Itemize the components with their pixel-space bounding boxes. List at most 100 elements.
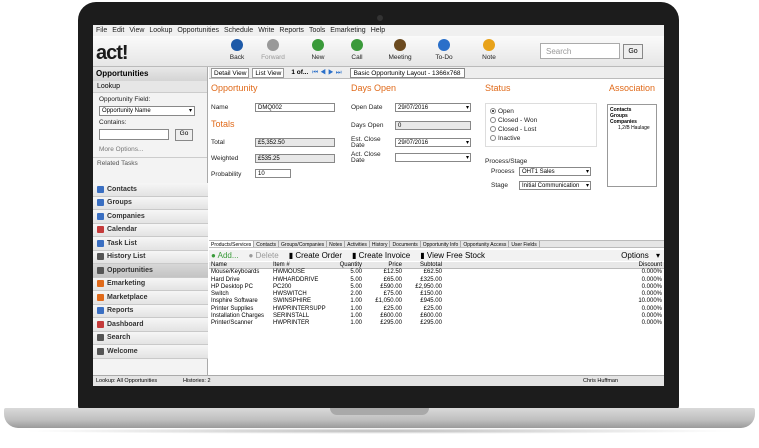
menu-emarketing[interactable]: Emarketing <box>330 27 365 34</box>
open-date-field[interactable]: 29/07/2016 <box>395 103 471 112</box>
table-row[interactable]: Hard Drive HWHARDDRIVE 5.00 £65.00 £325.00 0.… <box>209 277 664 284</box>
detail-content: Detail View List View 1 of... ⏮◀▶⏭ Basic… <box>209 67 664 375</box>
menu-view[interactable]: View <box>129 27 144 34</box>
table-row[interactable]: Switch HWSWITCH 2.00 £75.00 £150.00 0.000% <box>209 291 664 298</box>
nav-arrows-icon[interactable]: ⏮◀▶⏭ <box>312 69 343 77</box>
menu-edit[interactable]: Edit <box>112 27 124 34</box>
stage-select[interactable]: Initial Communication <box>519 181 591 190</box>
sidebar-item-opportunities[interactable]: Opportunities <box>93 264 208 278</box>
tab-history[interactable]: History <box>370 241 391 248</box>
column-header[interactable]: Subtotal <box>402 262 442 268</box>
search-go-button[interactable]: Go <box>623 44 643 59</box>
forward-button[interactable]: Forward <box>255 39 291 61</box>
grid-header-row: Name Item # Quantity Price Subtotal Discount <box>209 262 664 270</box>
status-inactive-radio[interactable]: Inactive <box>490 135 520 142</box>
nav-list: Contacts Groups Companies Calendar Task List… <box>93 183 208 359</box>
meeting-button[interactable]: Meeting <box>382 39 418 61</box>
table-row[interactable]: HP Desktop PC PC200 5.00 £590.00 £2,950.00 0.… <box>209 284 664 291</box>
menu-lookup[interactable]: Lookup <box>149 27 172 34</box>
search-input[interactable]: Search <box>540 43 620 59</box>
create-invoice-button[interactable]: ▮ Create Invoice <box>352 251 415 260</box>
sidebar-item-history-list[interactable]: History List <box>93 250 208 264</box>
table-row[interactable]: Printer/Scanner HWPRINTER 1.00 £295.00 £295.… <box>209 320 664 327</box>
table-row[interactable]: Insphire Software SWINSPHIRE 1.00 £1,050.00… <box>209 298 664 305</box>
tab-groups-companies[interactable]: Groups/Companies <box>279 241 328 248</box>
menu-opportunities[interactable]: Opportunities <box>177 27 219 34</box>
column-header[interactable]: Name <box>209 262 273 268</box>
layout-select[interactable]: Basic Opportunity Layout - 1366x768 <box>349 67 465 78</box>
act-close-field[interactable] <box>395 153 471 162</box>
status-open-radio[interactable]: Open <box>490 108 514 115</box>
sidebar-item-search[interactable]: Search <box>93 331 208 345</box>
meeting-icon <box>394 39 406 51</box>
add-button[interactable]: ● Add... <box>211 251 244 260</box>
sidebar-item-label: Dashboard <box>107 320 144 328</box>
tab-activities[interactable]: Activities <box>345 241 370 248</box>
table-cell: 0.000% <box>641 291 662 298</box>
lookup-go-button[interactable]: Go <box>175 129 193 141</box>
call-button[interactable]: Call <box>339 39 375 61</box>
sidebar-item-dashboard[interactable]: Dashboard <box>93 318 208 332</box>
name-field[interactable]: DMQ002 <box>255 103 335 112</box>
tab-opportunity-access[interactable]: Opportunity Access <box>461 241 510 248</box>
opportunities-icon <box>97 266 104 274</box>
status-closed-won-radio[interactable]: Closed - Won <box>490 117 537 124</box>
tab-products-services[interactable]: Products/Services <box>209 241 255 248</box>
sidebar-item-contacts[interactable]: Contacts <box>93 183 208 197</box>
column-header[interactable]: Item # <box>273 262 325 268</box>
tab-contacts[interactable]: Contacts <box>254 241 280 248</box>
menu-schedule[interactable]: Schedule <box>224 27 253 34</box>
to-do-button[interactable]: To-Do <box>426 39 462 61</box>
table-row[interactable]: Mouse/Keyboards HWMOUSE 5.00 £12.50 £62.50 0.… <box>209 269 664 276</box>
contains-input[interactable] <box>99 129 169 140</box>
related-tasks-header[interactable]: Related Tasks <box>93 157 207 169</box>
more-options-link[interactable]: More Options... <box>93 142 207 157</box>
probability-field[interactable]: 10 <box>255 169 291 178</box>
tab-notes[interactable]: Notes <box>327 241 346 248</box>
sidebar-item-marketplace[interactable]: Marketplace <box>93 291 208 305</box>
opportunity-field-select[interactable]: Opportunity Name <box>99 106 195 116</box>
note-button[interactable]: Note <box>471 39 507 61</box>
delete-button[interactable]: ● Delete <box>249 251 284 260</box>
table-cell: 0.000% <box>641 276 662 283</box>
sidebar-item-groups[interactable]: Groups <box>93 196 208 210</box>
create-order-button[interactable]: ▮ Create Order <box>289 251 347 260</box>
menu-file[interactable]: File <box>96 27 107 34</box>
detail-view-button[interactable]: Detail View <box>211 67 250 78</box>
column-header[interactable]: Discount <box>442 262 664 268</box>
options-button[interactable]: Options ▾ <box>621 251 660 260</box>
sidebar-item-welcome[interactable]: Welcome <box>93 345 208 359</box>
sidebar-item-companies[interactable]: Companies <box>93 210 208 224</box>
back-button[interactable]: Back <box>219 39 255 61</box>
menu-reports[interactable]: Reports <box>279 27 304 34</box>
menu-tools[interactable]: Tools <box>309 27 325 34</box>
toolbar: act! Back Forward New Call Meeting To-Do Note … <box>93 36 664 67</box>
assoc-company-item[interactable]: 1,2/B Haulage <box>610 125 654 131</box>
menu-help[interactable]: Help <box>371 27 385 34</box>
column-header[interactable]: Quantity <box>325 262 362 268</box>
est-close-field[interactable]: 29/07/2016 <box>395 138 471 147</box>
menu-write[interactable]: Write <box>258 27 274 34</box>
tab-strip: Products/Services Contacts Groups/Companie… <box>209 240 664 248</box>
laptop-notch <box>330 408 429 415</box>
status-closed-lost-radio[interactable]: Closed - Lost <box>490 126 536 133</box>
sidebar-item-task-list[interactable]: Task List <box>93 237 208 251</box>
todo-icon <box>438 39 450 51</box>
list-view-button[interactable]: List View <box>252 67 285 78</box>
column-header[interactable]: Price <box>362 262 402 268</box>
sidebar-item-calendar[interactable]: Calendar <box>93 223 208 237</box>
table-row[interactable]: Installation Charges SERINSTALL 1.00 £600.0… <box>209 313 664 320</box>
view-free-stock-button[interactable]: ▮ View Free Stock <box>420 251 490 260</box>
process-select[interactable]: OHT1 Sales <box>519 167 591 176</box>
sidebar-item-reports[interactable]: Reports <box>93 304 208 318</box>
tab-user-fields[interactable]: User Fields <box>509 241 540 248</box>
days-open-heading: Days Open <box>351 83 397 93</box>
lookup-header[interactable]: Lookup <box>93 81 207 93</box>
tab-documents[interactable]: Documents <box>390 241 421 248</box>
tab-opportunity-info[interactable]: Opportunity Info <box>421 241 462 248</box>
sidebar-item-emarketing[interactable]: Emarketing <box>93 277 208 291</box>
new-button[interactable]: New <box>300 39 336 61</box>
table-row[interactable]: Printer Supplies HWPRINTERSUPP 1.00 £25.00 £… <box>209 306 664 313</box>
table-cell: 1.00 <box>350 298 362 305</box>
act-logo: act! <box>96 42 129 64</box>
